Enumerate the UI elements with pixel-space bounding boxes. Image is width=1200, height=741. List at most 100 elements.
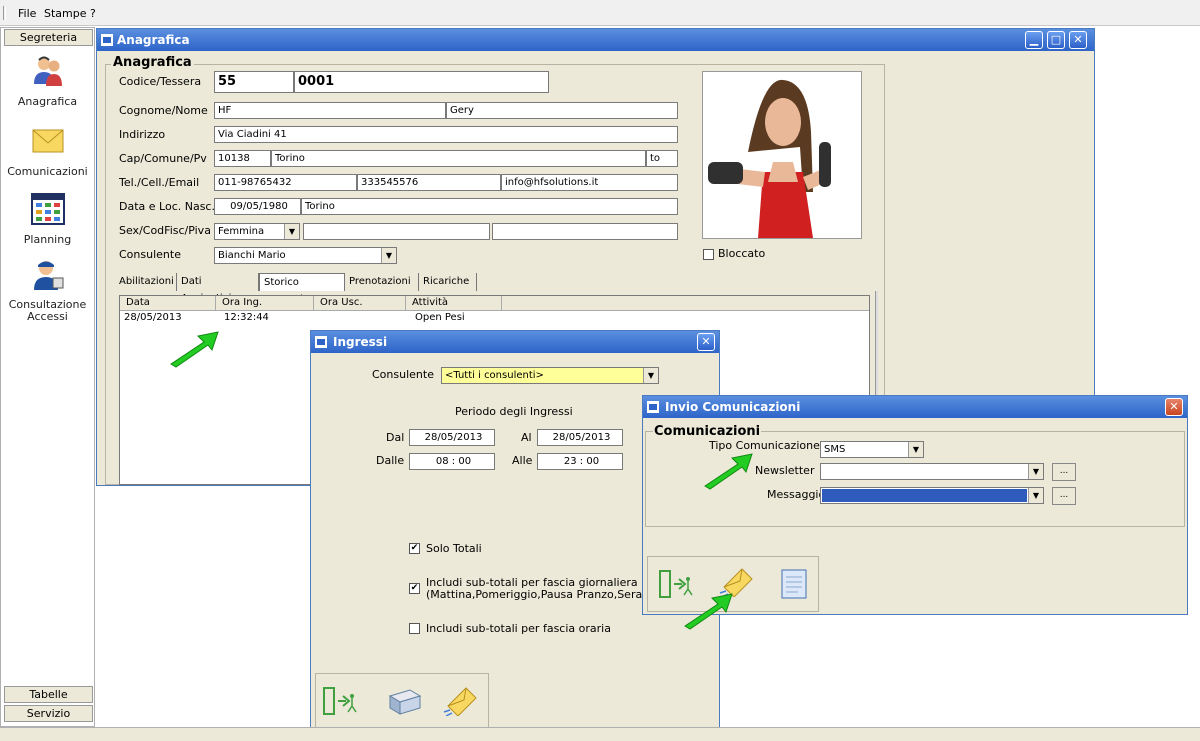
consulente-select[interactable]: Bianchi Mario ▼ <box>214 247 397 264</box>
send-mail-icon[interactable] <box>442 686 478 716</box>
close-button[interactable]: ✕ <box>1165 398 1183 416</box>
solo-totali-checkbox[interactable]: ✔ <box>409 543 420 554</box>
email-field[interactable]: info@hfsolutions.it <box>501 174 678 191</box>
chevron-down-icon: ▼ <box>643 368 658 383</box>
column-ora-usc[interactable]: Ora Usc. <box>314 296 406 310</box>
green-arrow-icon <box>170 331 219 368</box>
luogo-nascita-field[interactable]: Torino <box>301 198 678 215</box>
tipo-comunicazione-select[interactable]: SMS ▼ <box>820 441 924 458</box>
tab-dati-aggiuntivi[interactable]: Dati Aggiuntivi <box>177 273 259 304</box>
tab-row: Abilitazioni Dati Aggiuntivi Storico Ing… <box>115 273 875 305</box>
fascia-oraria-label: Includi sub-totali per fascia oraria <box>426 622 611 635</box>
chevron-down-icon: ▼ <box>1028 488 1043 503</box>
piva-field[interactable] <box>492 223 678 240</box>
envelope-icon <box>32 129 63 153</box>
consulente-value: <Tutti i consulenti> <box>445 370 544 381</box>
sidebar-servizio-button[interactable]: Servizio <box>4 705 93 722</box>
indirizzo-field[interactable]: Via Ciadini 41 <box>214 126 678 143</box>
menu-file[interactable]: File <box>18 7 36 20</box>
document-icon[interactable] <box>776 569 812 599</box>
column-attivita[interactable]: Attività <box>406 296 502 310</box>
grid-header: Data Ora Ing. Ora Usc. Attività <box>120 296 869 311</box>
consulente-select[interactable]: <Tutti i consulenti> ▼ <box>441 367 659 384</box>
data-nascita-field[interactable]: 09/05/1980 <box>214 198 301 215</box>
alle-time-field[interactable]: 23 : 00 <box>537 453 623 470</box>
invio-title: Invio Comunicazioni <box>665 400 801 414</box>
menu-help[interactable]: ? <box>90 7 96 20</box>
chevron-down-icon: ▼ <box>1028 464 1043 479</box>
chevron-down-icon: ▼ <box>381 248 396 263</box>
label-nascita: Data e Loc. Nasc. <box>119 200 215 213</box>
tab-abilitazioni[interactable]: Abilitazioni <box>115 273 177 291</box>
sidebar-segreteria-button[interactable]: Segreteria <box>4 29 93 46</box>
dalle-time-field[interactable]: 08 : 00 <box>409 453 495 470</box>
newsletter-browse-button[interactable]: ... <box>1052 463 1076 481</box>
codfisc-field[interactable] <box>303 223 490 240</box>
exit-icon[interactable] <box>322 686 358 716</box>
label-tel: Tel./Cell./Email <box>119 176 200 189</box>
sidebar-item-anagrafica[interactable]: Anagrafica <box>1 54 94 108</box>
sex-select[interactable]: Femmina ▼ <box>214 223 300 240</box>
status-bar <box>0 727 1200 741</box>
menu-stampe[interactable]: Stampe <box>44 7 87 20</box>
sidebar-item-label: Consultazione Accessi <box>8 298 87 323</box>
newsletter-select[interactable]: ▼ <box>820 463 1044 480</box>
anagrafica-titlebar: Anagrafica ▁ □ ✕ <box>97 29 1094 51</box>
ingressi-toolbar <box>315 673 489 729</box>
cognome-field[interactable]: HF <box>214 102 446 119</box>
group-title: Anagrafica <box>111 55 194 70</box>
calendar-icon <box>30 193 65 225</box>
chevron-down-icon: ▼ <box>284 224 299 239</box>
bloccato-label: Bloccato <box>718 247 766 260</box>
codice-field-2[interactable]: 0001 <box>294 71 549 93</box>
messaggio-select[interactable]: ▼ <box>820 487 1044 504</box>
cell-field[interactable]: 333545576 <box>357 174 501 191</box>
column-data[interactable]: Data <box>120 296 216 310</box>
codice-field-1[interactable]: 55 <box>214 71 294 93</box>
column-ora-ing[interactable]: Ora Ing. <box>216 296 314 310</box>
solo-totali-label: Solo Totali <box>426 542 482 555</box>
bloccato-checkbox[interactable] <box>703 249 714 260</box>
sidebar-item-comunicazioni[interactable]: Comunicazioni <box>1 124 94 178</box>
printer-icon[interactable] <box>386 686 422 716</box>
tab-storico-ingressi[interactable]: Storico Ingressi <box>259 273 345 305</box>
alle-label: Alle <box>512 454 533 467</box>
green-arrow-icon <box>684 593 733 630</box>
menu-bar: File Stampe ? <box>0 0 1200 26</box>
fitness-woman-photo <box>708 79 831 238</box>
window-icon <box>315 336 327 348</box>
tab-ricariche[interactable]: Ricariche <box>419 273 477 291</box>
nome-field[interactable]: Gery <box>446 102 678 119</box>
messaggio-browse-button[interactable]: ... <box>1052 487 1076 505</box>
cap-field[interactable]: 10138 <box>214 150 271 167</box>
label-indirizzo: Indirizzo <box>119 128 166 141</box>
fascia-giornaliera-label-2: (Mattina,Pomeriggio,Pausa Pranzo,Sera) <box>426 588 647 601</box>
access-user-icon <box>33 261 63 290</box>
green-arrow-icon <box>704 453 753 490</box>
sidebar-item-planning[interactable]: Planning <box>1 192 94 246</box>
sidebar-tabelle-button[interactable]: Tabelle <box>4 686 93 703</box>
close-button[interactable]: ✕ <box>1069 31 1087 49</box>
comune-field[interactable]: Torino <box>271 150 646 167</box>
label-cap: Cap/Comune/Pv <box>119 152 207 165</box>
users-icon <box>33 56 62 86</box>
pv-field[interactable]: to <box>646 150 678 167</box>
minimize-button[interactable]: ▁ <box>1025 31 1043 49</box>
sidebar-item-consultazione-accessi[interactable]: Consultazione Accessi <box>1 258 94 323</box>
tel-field[interactable]: 011-98765432 <box>214 174 357 191</box>
chevron-down-icon: ▼ <box>908 442 923 457</box>
al-date-field[interactable]: 28/05/2013 <box>537 429 623 446</box>
fascia-giornaliera-checkbox[interactable]: ✔ <box>409 583 420 594</box>
dal-date-field[interactable]: 28/05/2013 <box>409 429 495 446</box>
table-row[interactable]: 28/05/2013 12:32:44 Open Pesi <box>120 312 869 326</box>
window-icon <box>101 34 113 46</box>
messaggio-label: Messaggio <box>767 488 826 501</box>
profile-photo <box>702 71 862 239</box>
maximize-button[interactable]: □ <box>1047 31 1065 49</box>
tab-prenotazioni[interactable]: Prenotazioni <box>345 273 419 291</box>
consulente-value: Bianchi Mario <box>218 250 286 261</box>
sidebar-item-label: Anagrafica <box>17 95 78 108</box>
invio-comunicazioni-dialog: Invio Comunicazioni ✕ Comunicazioni Tipo… <box>642 395 1188 615</box>
window-title: Anagrafica <box>117 33 190 47</box>
close-button[interactable]: ✕ <box>697 333 715 351</box>
